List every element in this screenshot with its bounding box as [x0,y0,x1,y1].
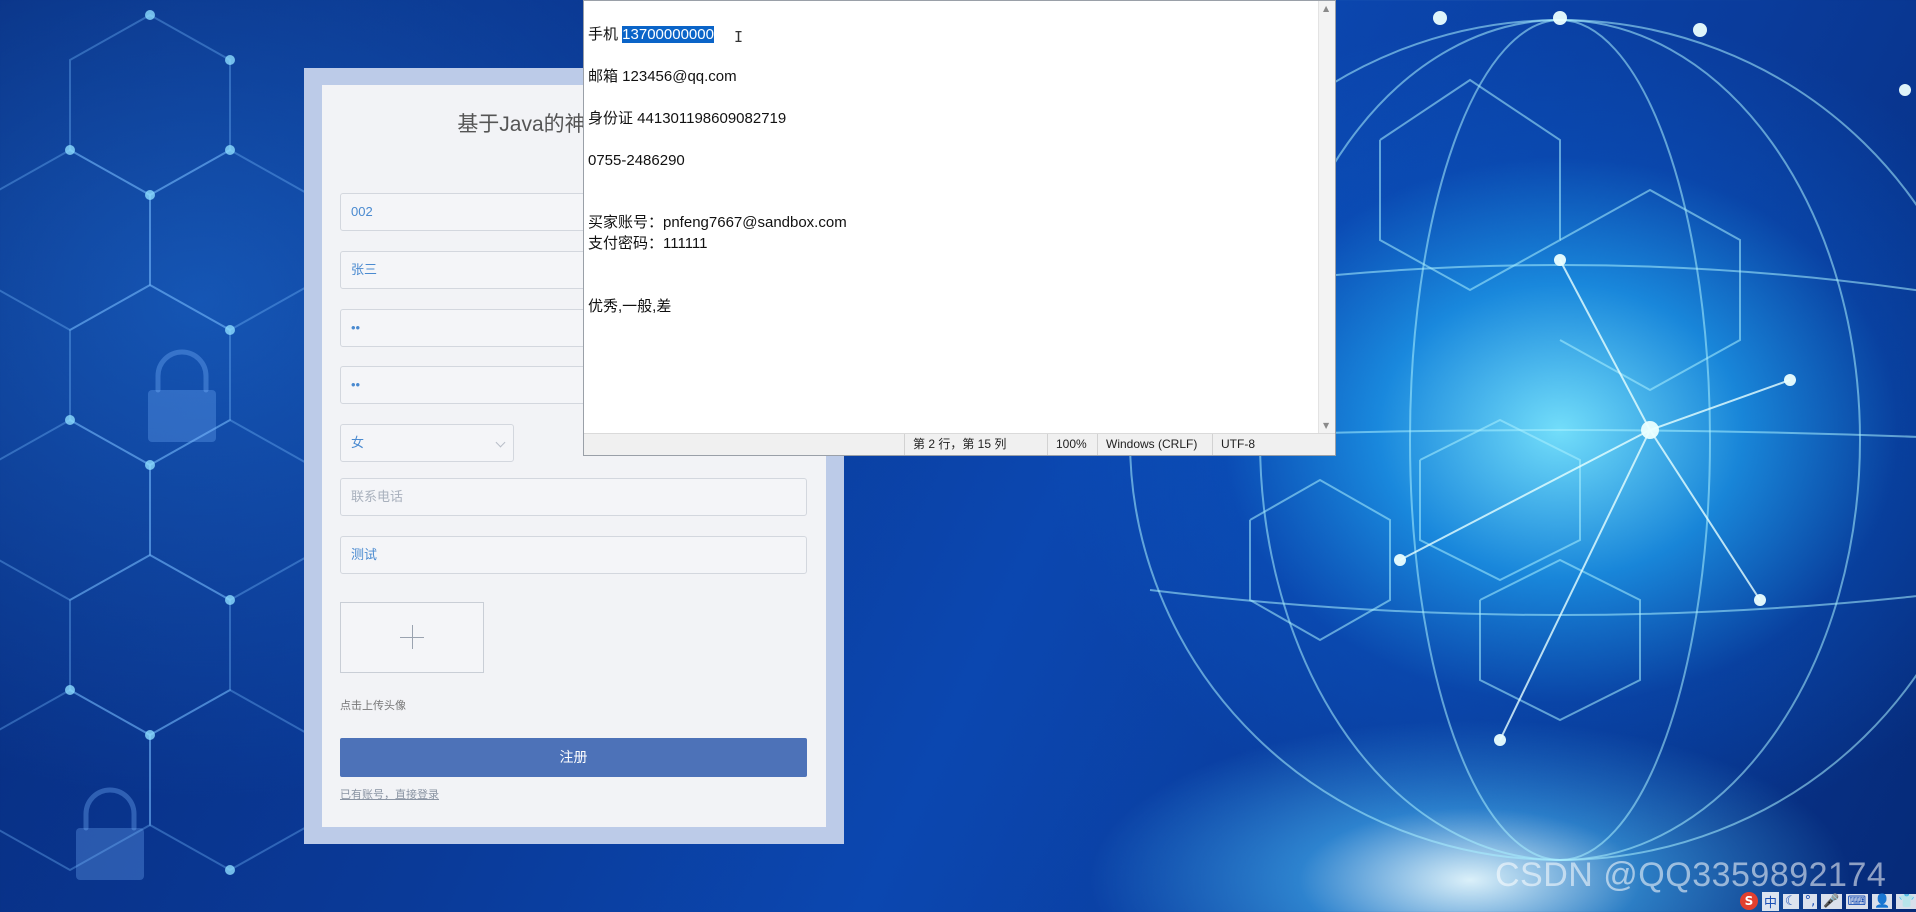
line-ending: Windows (CRLF) [1097,434,1204,455]
ime-tray: S 中 ☾ °, 🎤 ⌨ 👤 👕 ✎ [1740,890,1916,912]
selected-text: 13700000000 [622,26,714,43]
gender-select[interactable]: 女 [340,424,514,462]
sogou-ime-icon[interactable]: S [1740,892,1758,910]
scroll-down-icon[interactable]: ▼ [1323,421,1329,430]
login-link[interactable]: 已有账号，直接登录 [340,786,439,802]
text-line-phone: 手机 13700000000 [588,25,714,45]
keyboard-icon[interactable]: ⌨ [1845,893,1869,909]
avatar-upload[interactable] [340,602,484,673]
upload-avatar-label: 点击上传头像 [340,700,406,712]
zoom-level: 100% [1047,434,1097,455]
text-line-landline: 0755-2486290 [588,152,685,169]
text-line-ratings: 优秀,一般,差 [588,298,672,315]
text-line-id-card: 身份证 441301198609082719 [588,110,787,127]
text-line-buyer-account: 买家账号：pnfeng7667@sandbox.com [588,214,847,231]
remark-input[interactable]: 测试 [340,536,807,574]
scroll-up-icon[interactable]: ▲ [1323,4,1329,13]
shirt-icon[interactable]: 👕 [1896,893,1916,909]
user-icon[interactable]: 👤 [1872,893,1893,909]
encoding: UTF-8 [1212,434,1312,455]
phone-input[interactable]: 联系电话 [340,478,807,516]
ime-language-indicator[interactable]: 中 [1762,891,1780,911]
notepad-window: 手机 13700000000 I 邮箱 123456@qq.com 身份证 44… [583,0,1336,456]
notepad-status-bar: 第 2 行，第 15 列 100% Windows (CRLF) UTF-8 [584,433,1335,455]
text-line-pay-password: 支付密码：111111 [588,235,708,252]
microphone-icon[interactable]: 🎤 [1821,893,1842,909]
cursor-position: 第 2 行，第 15 列 [904,434,1039,455]
notepad-text-area[interactable]: 手机 13700000000 I 邮箱 123456@qq.com 身份证 44… [584,1,1320,435]
text-cursor-icon: I [734,28,744,46]
register-button[interactable]: 注册 [340,738,807,777]
punctuation-icon[interactable]: °, [1802,893,1818,909]
text-line-email: 邮箱 123456@qq.com [588,68,737,85]
phone-label: 手机 [588,26,623,43]
gender-select-value: 女 [351,435,365,450]
moon-icon[interactable]: ☾ [1783,893,1799,909]
chevron-down-icon [495,437,506,448]
vertical-scrollbar[interactable]: ▲ ▼ [1318,1,1335,435]
